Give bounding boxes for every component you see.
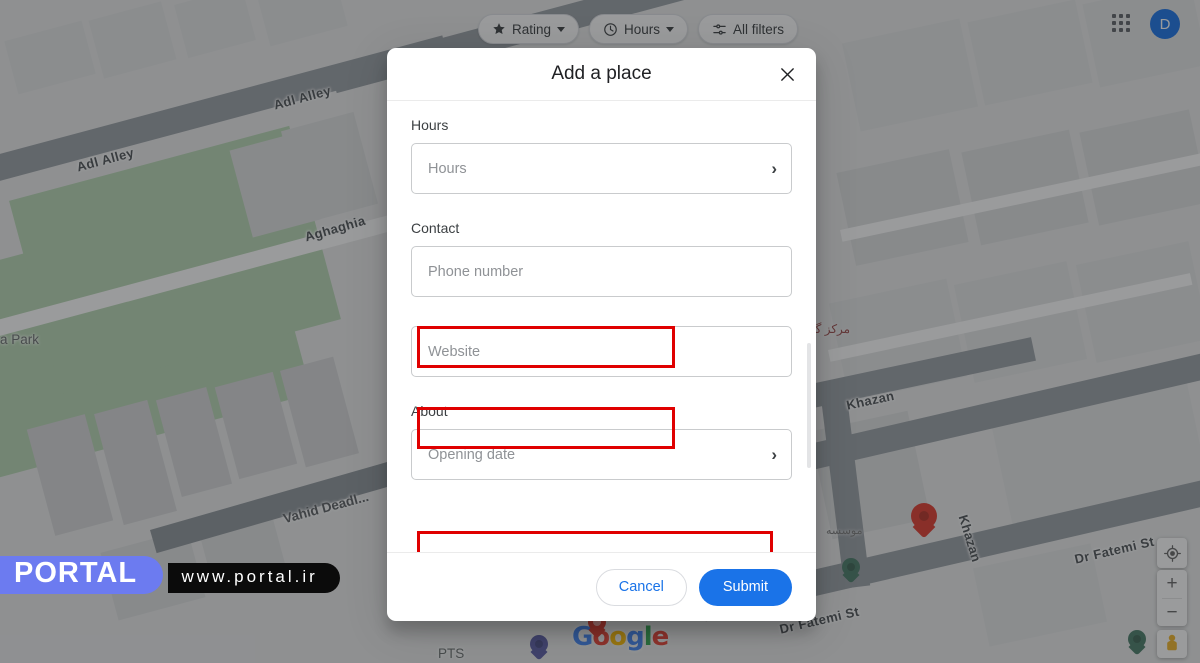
watermark-url: www.portal.ir: [167, 563, 340, 593]
dialog-footer: Cancel Submit: [387, 552, 816, 621]
dialog-title: Add a place: [551, 63, 652, 84]
dialog-scrollbar-thumb[interactable]: [807, 343, 811, 468]
chevron-right-icon: ›: [771, 445, 777, 464]
field-placeholder: Opening date: [428, 446, 516, 463]
app-screen: Adl Alley Adl Alley Aghaghia Khazan Khaz…: [0, 0, 1200, 663]
submit-button[interactable]: Submit: [698, 568, 792, 606]
field-website[interactable]: Website: [411, 326, 792, 377]
section-label-contact: Contact: [411, 220, 460, 236]
field-phone-number[interactable]: Phone number: [411, 246, 792, 297]
field-placeholder: Phone number: [428, 263, 524, 280]
field-placeholder: Website: [428, 343, 481, 360]
close-icon[interactable]: [774, 61, 800, 87]
field-placeholder: Hours: [428, 160, 467, 177]
watermark-brand: PORTAL: [0, 556, 164, 594]
dialog-body[interactable]: Hours Hours › Contact Phone number Websi…: [387, 101, 816, 552]
field-hours[interactable]: Hours ›: [411, 143, 792, 194]
watermark: PORTAL www.portal.ir: [0, 556, 340, 594]
cancel-button[interactable]: Cancel: [595, 568, 687, 606]
dialog-header: Add a place: [387, 48, 816, 101]
chevron-right-icon: ›: [771, 159, 777, 178]
highlight-opening-date: [417, 531, 773, 552]
field-opening-date[interactable]: Opening date ›: [411, 429, 792, 480]
section-label-about: About: [411, 403, 448, 419]
add-a-place-dialog: Add a place Hours Hours › Contact Phone …: [387, 48, 816, 621]
section-label-hours: Hours: [411, 117, 449, 133]
